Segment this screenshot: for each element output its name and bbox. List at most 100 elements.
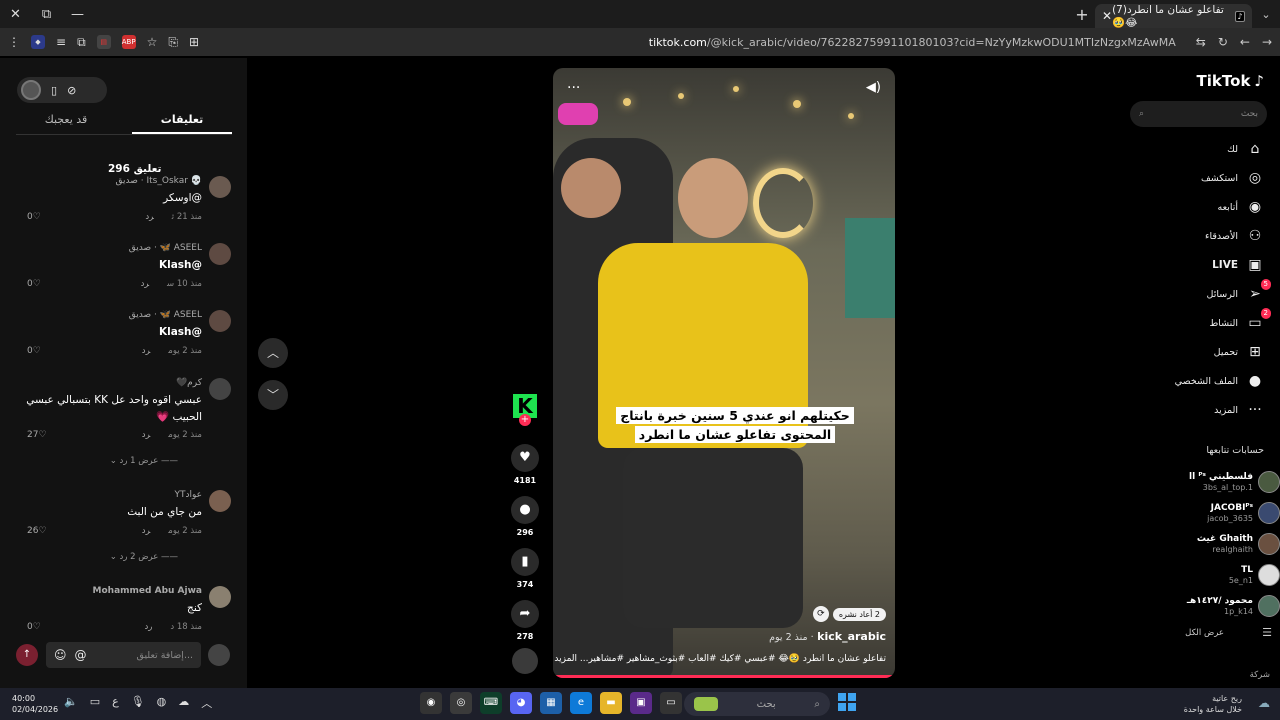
bookmark-icon[interactable]: ▮ bbox=[511, 548, 539, 576]
comment-username[interactable]: عوادYT bbox=[174, 490, 202, 500]
extension-red-icon[interactable]: ▤ bbox=[96, 35, 111, 49]
reply-button[interactable]: رد bbox=[142, 346, 150, 356]
weather-widget[interactable]: ريح عاتية خلال ساعة واحدة bbox=[1184, 693, 1242, 715]
video-author[interactable]: kick_arabic bbox=[817, 630, 886, 643]
heart-icon[interactable]: ♥ bbox=[511, 444, 539, 472]
share-action[interactable]: ➦ 278 bbox=[510, 600, 540, 641]
nav-friends[interactable]: ⚇ الأصدقاء bbox=[1144, 225, 1264, 247]
nav-more[interactable]: ··· المزيد bbox=[1144, 399, 1264, 421]
forward-arrow-icon[interactable]: → bbox=[1262, 35, 1272, 49]
nav-profile[interactable]: ● الملف الشخصي bbox=[1144, 370, 1264, 392]
commenter-avatar[interactable] bbox=[209, 310, 231, 332]
following-account[interactable]: TL 5e_n1 bbox=[1128, 564, 1280, 594]
back-arrow-icon[interactable]: ← bbox=[1240, 35, 1250, 49]
view-replies-button[interactable]: —— عرض 1 رد ⌄ bbox=[110, 456, 178, 466]
commenter-avatar[interactable] bbox=[209, 378, 231, 400]
edge-icon[interactable]: e bbox=[570, 692, 592, 714]
commenter-avatar[interactable] bbox=[209, 490, 231, 512]
discord-icon[interactable]: ◕ bbox=[510, 692, 532, 714]
author-avatar[interactable] bbox=[21, 80, 41, 100]
save-action[interactable]: ▮ 374 bbox=[510, 548, 540, 589]
reply-button[interactable]: رد bbox=[142, 430, 150, 440]
chrome-icon[interactable]: ◎ bbox=[450, 692, 472, 714]
tab-comments[interactable]: تعليقات bbox=[132, 113, 232, 134]
comment-like-button[interactable]: 0♡ bbox=[27, 622, 41, 632]
volume-icon[interactable]: ◀) bbox=[866, 80, 881, 95]
video-progress-bar[interactable] bbox=[553, 675, 895, 678]
video-player[interactable]: حكيتلهم انو عندي 5 سنين خبرة بانتاج المح… bbox=[553, 68, 895, 678]
language-indicator[interactable]: ع bbox=[112, 695, 119, 711]
share-arrow-icon[interactable]: ➦ bbox=[511, 600, 539, 628]
network-icon[interactable]: ▭ bbox=[90, 695, 100, 711]
extension-shield-icon[interactable]: ◆ bbox=[31, 35, 45, 49]
comment-like-button[interactable]: 26♡ bbox=[27, 526, 47, 536]
like-action[interactable]: ♥ 4181 bbox=[510, 444, 540, 485]
file-explorer-icon[interactable]: ▬ bbox=[600, 692, 622, 714]
microphone-icon[interactable]: 🎙 bbox=[131, 695, 145, 711]
extension-list-icon[interactable]: ≡ bbox=[56, 35, 66, 49]
comment-like-button[interactable]: 0♡ bbox=[27, 279, 41, 289]
view-replies-button[interactable]: —— عرض 2 رد ⌄ bbox=[110, 552, 178, 562]
nav-following[interactable]: ◉ أتابعه bbox=[1144, 196, 1264, 218]
reply-button[interactable]: رد bbox=[141, 279, 149, 289]
next-video-button[interactable]: ﹀ bbox=[258, 380, 288, 410]
comment-username[interactable]: ASEEL 🦋 · صديق bbox=[129, 310, 202, 320]
tab-menu-button[interactable]: ⌄ bbox=[1252, 8, 1280, 21]
commenter-avatar[interactable] bbox=[209, 176, 231, 198]
commenter-avatar[interactable] bbox=[209, 243, 231, 265]
following-account[interactable]: محمود /١٤٢٧هـ 1p_k14 bbox=[1128, 595, 1280, 625]
comment-username[interactable]: Mohammed Abu Ajwa bbox=[93, 586, 202, 596]
tiktok-logo[interactable]: ♪ TikTok bbox=[1197, 72, 1264, 90]
extensions-puzzle-icon[interactable]: ⧉ bbox=[77, 35, 86, 50]
emoji-icon[interactable]: ☺ bbox=[54, 648, 67, 662]
site-settings-icon[interactable]: ⇆ bbox=[1196, 35, 1206, 49]
clock[interactable]: 40:00 02/04/2026 bbox=[12, 693, 58, 715]
refresh-icon[interactable]: ↻ bbox=[1218, 35, 1228, 49]
browser-menu-icon[interactable]: ⋮ bbox=[8, 35, 20, 49]
window-minimize-button[interactable]: — bbox=[62, 0, 93, 28]
comment-username[interactable]: ASEEL 🦋 · صديق bbox=[129, 243, 202, 253]
reply-button[interactable]: رد bbox=[145, 212, 153, 222]
tab-close-icon[interactable]: ✕ bbox=[1102, 9, 1112, 23]
photos-icon[interactable]: ▣ bbox=[630, 692, 652, 714]
commenter-avatar[interactable] bbox=[209, 586, 231, 608]
nav-upload[interactable]: ⊞ تحميل bbox=[1144, 341, 1264, 363]
nav-for-you[interactable]: ⌂ لك bbox=[1144, 138, 1264, 160]
onedrive-icon[interactable]: ☁ bbox=[178, 695, 189, 711]
see-all-link[interactable]: عرض الكل bbox=[1185, 628, 1224, 638]
nav-live[interactable]: ▣ LIVE bbox=[1144, 254, 1264, 276]
new-tab-button[interactable]: + bbox=[1069, 5, 1095, 24]
nav-explore[interactable]: ◎ استكشف bbox=[1144, 167, 1264, 189]
comment-action[interactable]: ● 296 bbox=[510, 496, 540, 537]
company-link[interactable]: شركة bbox=[1250, 670, 1270, 680]
following-account[interactable]: JACOBIᴾˢ jacob_3635 bbox=[1128, 502, 1280, 532]
comment-like-button[interactable]: 0♡ bbox=[27, 346, 41, 356]
comment-username[interactable]: 💀 Its_Oskar · صديق bbox=[116, 176, 202, 186]
task-view-icon[interactable]: ▭ bbox=[660, 692, 682, 714]
window-maximize-button[interactable]: ⧉ bbox=[31, 0, 62, 28]
comment-like-button[interactable]: 0♡ bbox=[27, 212, 41, 222]
repost-badge[interactable]: 2 أعاد نشره bbox=[832, 607, 886, 621]
adblock-icon[interactable]: ABP bbox=[121, 35, 136, 49]
reply-button[interactable]: رد bbox=[142, 526, 150, 536]
send-comment-button[interactable]: ↑ bbox=[16, 644, 38, 666]
favorites-star-icon[interactable]: ☆ bbox=[147, 35, 158, 49]
browser-tab[interactable]: ✕ (7)تفاعلو عشان ما انطرد🥹😂 ♪ bbox=[1095, 4, 1252, 29]
search-icon[interactable]: ⌕ bbox=[1139, 109, 1144, 119]
comment-input[interactable]: ☺ @ إضافة تعليق... bbox=[46, 642, 201, 668]
search-input[interactable]: بحث ⌕ bbox=[1130, 101, 1267, 127]
taskbar-search[interactable]: بحث ⌕ bbox=[684, 692, 830, 716]
compass-icon[interactable]: ⊘ bbox=[67, 84, 76, 97]
reply-button[interactable]: رد bbox=[144, 622, 152, 632]
previous-video-button[interactable]: ︿ bbox=[258, 338, 288, 368]
speaker-icon[interactable]: 🔈 bbox=[64, 695, 78, 711]
store-icon[interactable]: ▦ bbox=[540, 692, 562, 714]
nav-messages[interactable]: ➢ 5 الرسائل bbox=[1144, 279, 1271, 305]
tray-chevron-icon[interactable]: ︿ bbox=[201, 695, 212, 711]
following-account[interactable]: Ghaith غيث realghaith bbox=[1128, 533, 1280, 563]
window-close-button[interactable]: ✕ bbox=[0, 0, 31, 28]
windows-start-icon[interactable] bbox=[838, 693, 856, 711]
tab-you-may-like[interactable]: قد يعجبك bbox=[16, 113, 116, 134]
nav-activity[interactable]: ▭ 2 النشاط bbox=[1144, 308, 1271, 334]
comment-username[interactable]: كرم🖤 bbox=[176, 378, 202, 388]
